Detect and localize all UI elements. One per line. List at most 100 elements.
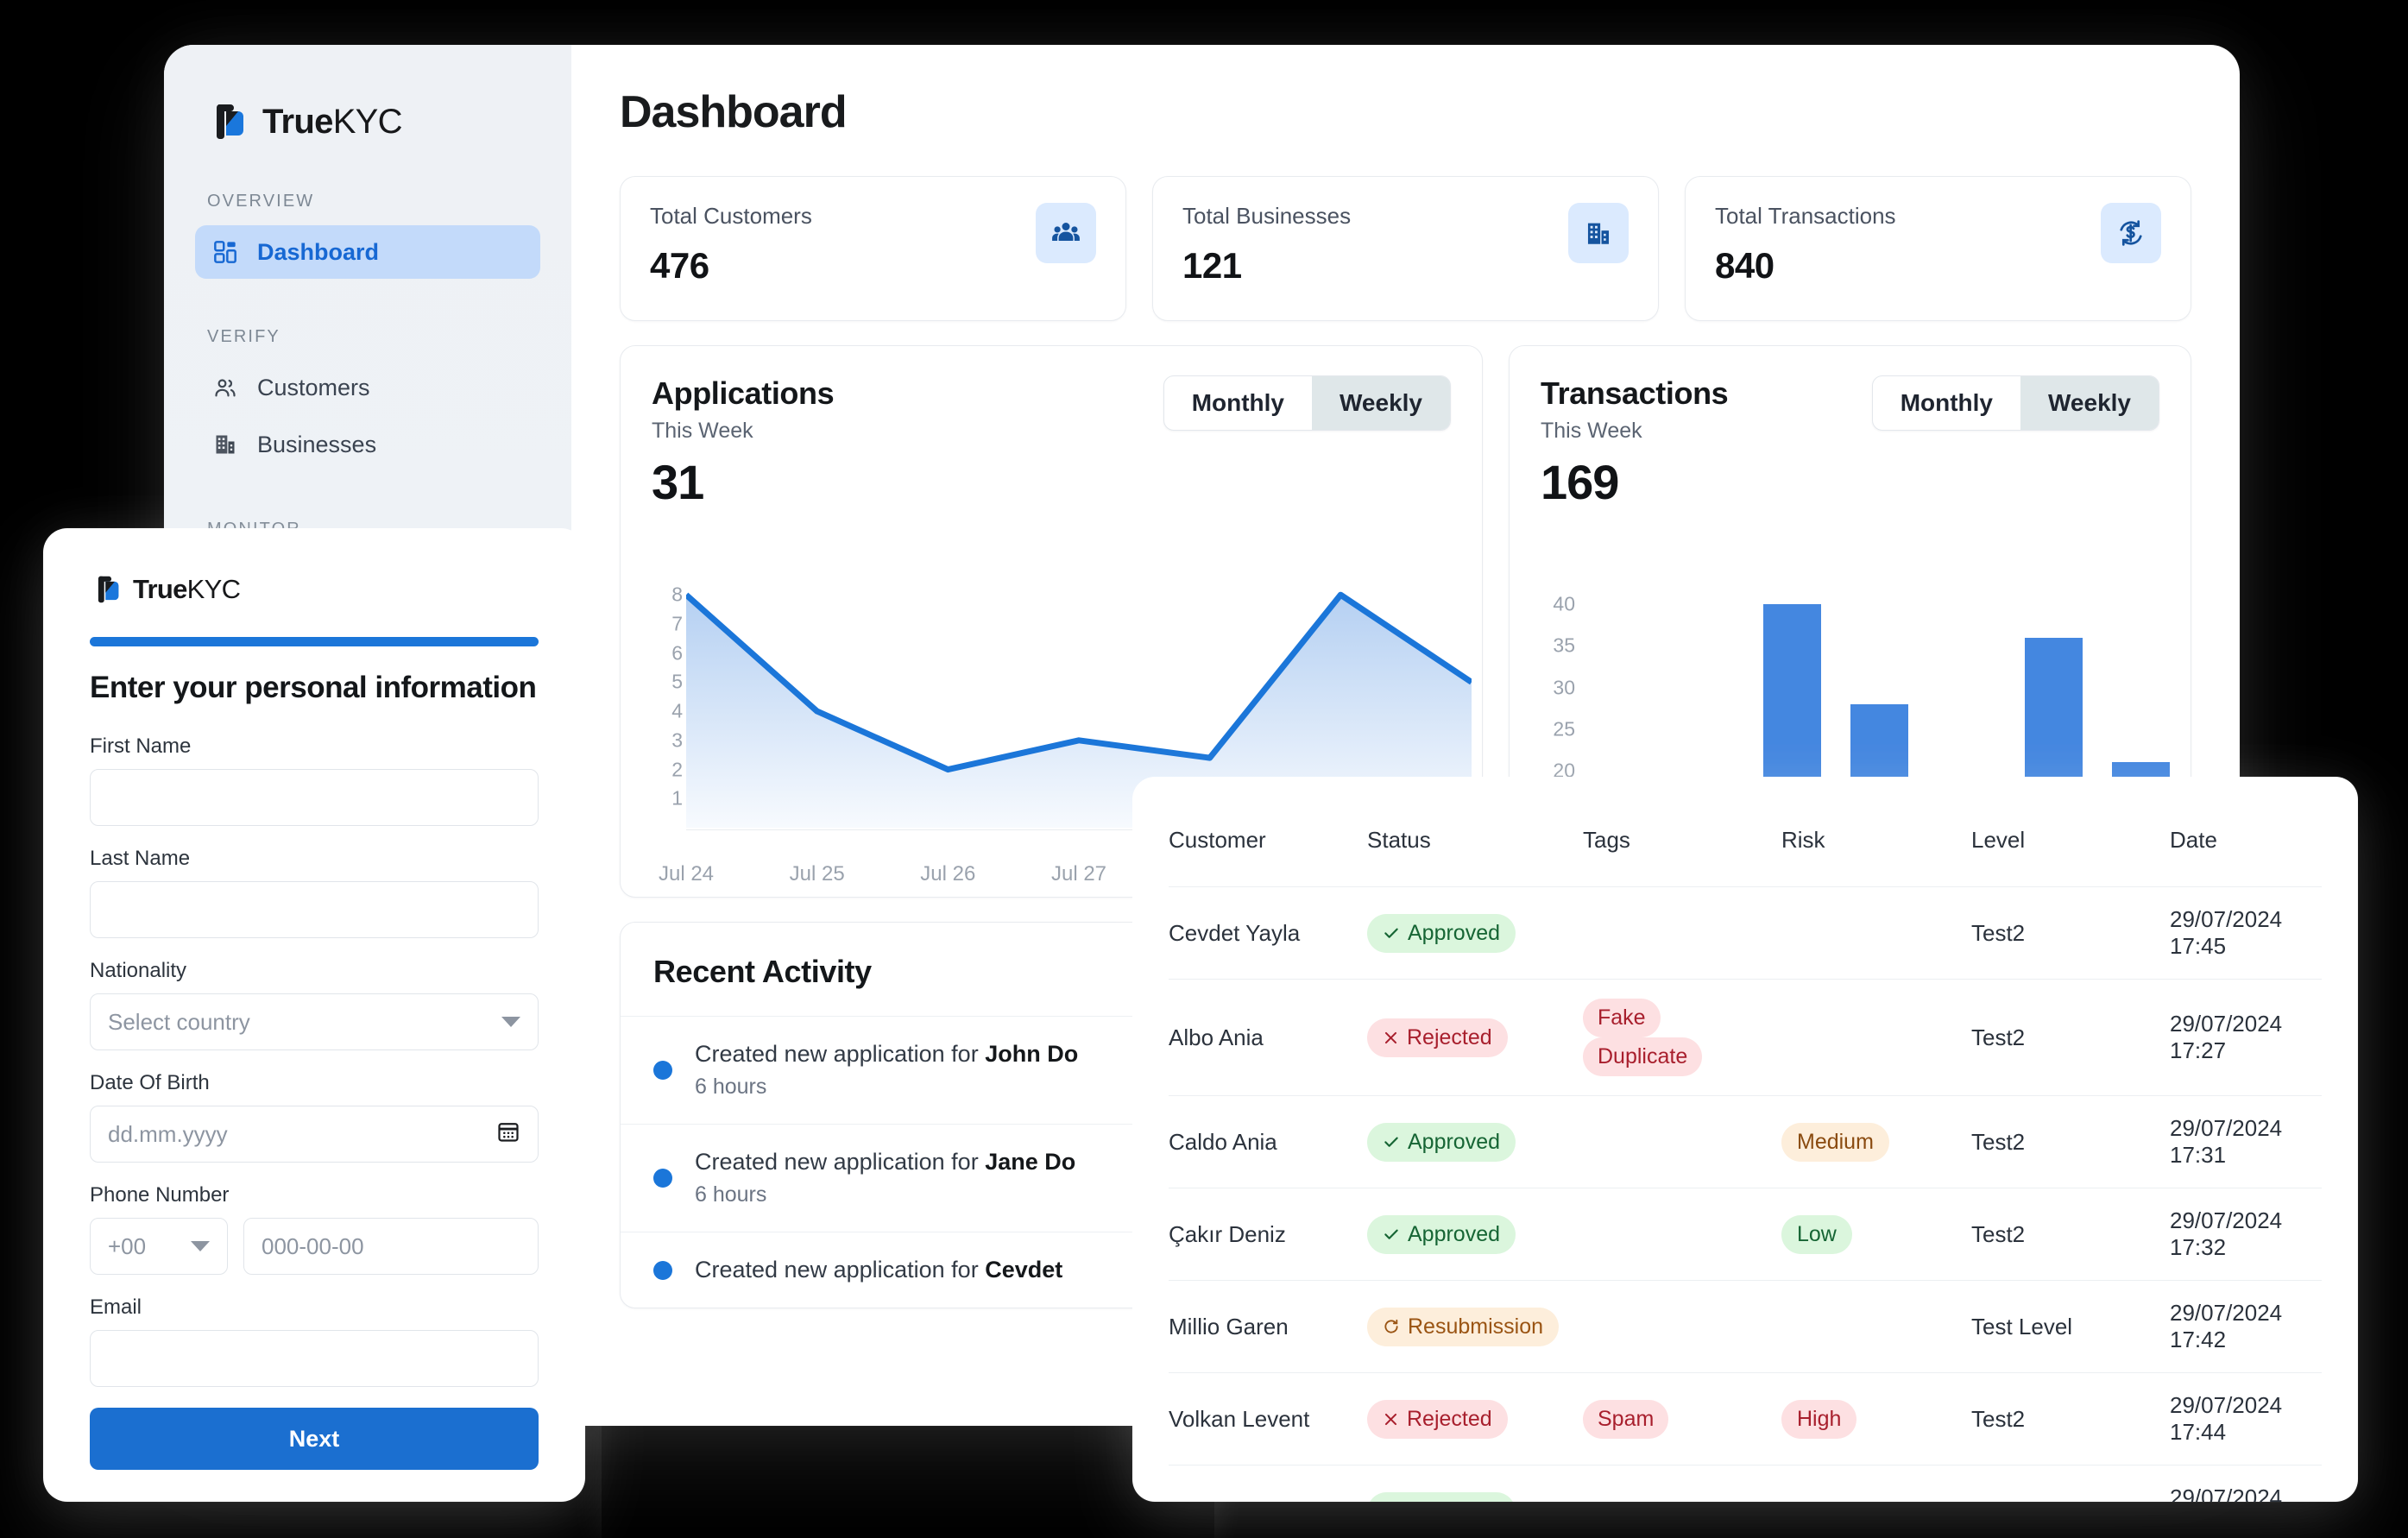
applications-chart-total: 31 bbox=[652, 455, 704, 509]
cell-customer: Volkan Levent bbox=[1169, 1372, 1367, 1466]
cell-level: Test2 bbox=[1971, 1095, 2170, 1188]
nationality-select[interactable]: Select country bbox=[90, 993, 539, 1050]
cell-risk: Low bbox=[1781, 1188, 1971, 1281]
applications-period-toggle[interactable]: Monthly Weekly bbox=[1163, 375, 1451, 431]
status-badge: Rejected bbox=[1367, 1399, 1508, 1439]
chevron-down-icon bbox=[191, 1241, 210, 1251]
dob-placeholder: dd.mm.yyyy bbox=[108, 1120, 228, 1147]
cell-level: Test2 bbox=[1971, 979, 2170, 1096]
grid-icon bbox=[212, 239, 238, 265]
stat-card-total-customers[interactable]: Total Customers 476 bbox=[620, 176, 1126, 321]
customers-table: Customer Status Tags Risk Level Date Cev… bbox=[1169, 777, 2322, 1502]
table-row[interactable]: Albo Ania Rejected FakeDuplicate Test2 29/07… bbox=[1169, 979, 2322, 1096]
status-badge: Approved bbox=[1367, 1214, 1516, 1254]
status-badge: Rejected bbox=[1367, 1018, 1508, 1057]
y-tick-label: 5 bbox=[671, 670, 683, 693]
x-tick-label: Jul 25 bbox=[789, 862, 845, 886]
cell-tags bbox=[1583, 1465, 1781, 1502]
customers-table-card: Customer Status Tags Risk Level Date Cev… bbox=[1132, 777, 2358, 1502]
cell-risk: Medium bbox=[1781, 1095, 1971, 1188]
cell-risk bbox=[1781, 1280, 1971, 1373]
sidebar-item-customers[interactable]: Customers bbox=[195, 361, 540, 414]
column-header-status[interactable]: Status bbox=[1367, 777, 1583, 887]
last-name-field[interactable] bbox=[90, 881, 539, 938]
phone-row: +00 000-00-00 bbox=[90, 1218, 539, 1275]
cell-risk bbox=[1781, 886, 1971, 980]
status-badge: Approved bbox=[1367, 1491, 1516, 1503]
tab-monthly[interactable]: Monthly bbox=[1873, 376, 2020, 430]
table-row[interactable]: Volkan Levent Rejected Spam High Test2 29/07/… bbox=[1169, 1372, 2322, 1466]
column-header-risk[interactable]: Risk bbox=[1781, 777, 1971, 887]
cell-level: Test2 bbox=[1971, 1188, 2170, 1281]
cell-level: Test Level bbox=[1971, 1465, 2170, 1502]
cell-date: 29/07/2024 17:31 bbox=[2170, 1095, 2322, 1188]
transactions-period-toggle[interactable]: Monthly Weekly bbox=[1871, 375, 2159, 431]
table-row[interactable]: Cevdet Yayla Approved Test2 29/07/2024 17:4… bbox=[1169, 886, 2322, 980]
cell-risk bbox=[1781, 979, 1971, 1096]
stat-card-total-transactions[interactable]: Total Transactions 840 bbox=[1685, 176, 2191, 321]
sidebar-logo[interactable]: TrueKYC bbox=[205, 100, 540, 143]
calendar-icon[interactable] bbox=[496, 1119, 520, 1150]
table-header: Customer Status Tags Risk Level Date bbox=[1169, 777, 2322, 887]
cell-date: 29/07/2024 02:09 bbox=[2170, 1465, 2322, 1502]
form-logo-text: TrueKYC bbox=[133, 574, 241, 604]
phone-country-code-select[interactable]: +00 bbox=[90, 1218, 228, 1275]
sidebar-item-businesses[interactable]: Businesses bbox=[195, 418, 540, 471]
building-icon bbox=[212, 432, 238, 457]
status-dot-icon bbox=[653, 1260, 672, 1280]
column-header-level[interactable]: Level bbox=[1971, 777, 2170, 887]
table-row[interactable]: Hakan Akyüz Approved Test Level29/07/2024 … bbox=[1169, 1465, 2322, 1503]
first-name-field[interactable] bbox=[90, 769, 539, 826]
stat-cards-row: Total Customers 476 Total Businesses 121… bbox=[620, 176, 2191, 321]
y-tick-label: 40 bbox=[1553, 592, 1575, 615]
status-badge-label: Approved bbox=[1408, 920, 1501, 945]
activity-text: Created new application for Cevdet bbox=[695, 1257, 1063, 1283]
column-header-date[interactable]: Date bbox=[2170, 777, 2322, 887]
next-button[interactable]: Next bbox=[90, 1408, 539, 1470]
tab-monthly[interactable]: Monthly bbox=[1164, 376, 1312, 430]
cell-status: Approved bbox=[1367, 886, 1583, 980]
table-row[interactable]: Caldo Ania Approved Medium Test2 29/07/2024 … bbox=[1169, 1095, 2322, 1188]
cell-level: Test2 bbox=[1971, 1372, 2170, 1466]
stat-label: Total Businesses bbox=[1182, 203, 1352, 229]
activity-timestamp: 6 hours bbox=[695, 1075, 767, 1099]
status-dot-icon bbox=[653, 1169, 672, 1188]
column-header-tags[interactable]: Tags bbox=[1583, 777, 1781, 887]
dob-field[interactable]: dd.mm.yyyy bbox=[90, 1106, 539, 1163]
currency-exchange-icon bbox=[2101, 203, 2161, 263]
form-logo[interactable]: TrueKYC bbox=[90, 573, 539, 606]
form-title: Enter your personal information bbox=[90, 671, 537, 704]
activity-timestamp: 6 hours bbox=[695, 1182, 767, 1207]
cell-status: Rejected bbox=[1367, 1372, 1583, 1466]
dob-label: Date Of Birth bbox=[90, 1071, 210, 1094]
y-tick-label: 3 bbox=[671, 728, 683, 752]
transactions-chart-title: Transactions bbox=[1541, 375, 1729, 411]
form-progress-bar bbox=[90, 637, 539, 646]
table-row[interactable]: Çakır Deniz Approved Low Test2 29/07/2024 17… bbox=[1169, 1188, 2322, 1281]
table-row[interactable]: Millio Garen Resubmission Test Level 29/07/… bbox=[1169, 1280, 2322, 1373]
y-tick-label: 7 bbox=[671, 612, 683, 635]
stat-card-total-businesses[interactable]: Total Businesses 121 bbox=[1152, 176, 1659, 321]
tab-weekly[interactable]: Weekly bbox=[2020, 376, 2159, 430]
activity-customer-name: Jane Do bbox=[985, 1149, 1076, 1175]
x-tick-label: Jul 24 bbox=[658, 862, 715, 886]
y-tick-label: 2 bbox=[671, 758, 683, 781]
activity-customer-name: Cevdet bbox=[985, 1257, 1063, 1283]
tab-weekly[interactable]: Weekly bbox=[1312, 376, 1450, 430]
cell-risk bbox=[1781, 1465, 1971, 1502]
x-tick-label: Jul 26 bbox=[920, 862, 976, 886]
phone-number-field[interactable]: 000-00-00 bbox=[243, 1218, 539, 1275]
column-header-customer[interactable]: Customer bbox=[1169, 777, 1367, 887]
sidebar-item-customers-label: Customers bbox=[257, 374, 370, 400]
cell-status: Approved bbox=[1367, 1095, 1583, 1188]
transactions-chart-subtitle: This Week bbox=[1541, 419, 1642, 443]
sidebar-logo-text: TrueKYC bbox=[262, 102, 403, 141]
cell-tags bbox=[1583, 886, 1781, 980]
status-badge-label: Approved bbox=[1408, 1499, 1500, 1503]
y-tick-label: 4 bbox=[671, 699, 683, 722]
sidebar-item-dashboard[interactable]: Dashboard bbox=[195, 225, 540, 279]
nav-group-overview-label: OVERVIEW bbox=[207, 192, 315, 211]
phone-label: Phone Number bbox=[90, 1183, 230, 1207]
email-field[interactable] bbox=[90, 1330, 539, 1387]
cell-level: Test Level bbox=[1971, 1280, 2170, 1373]
